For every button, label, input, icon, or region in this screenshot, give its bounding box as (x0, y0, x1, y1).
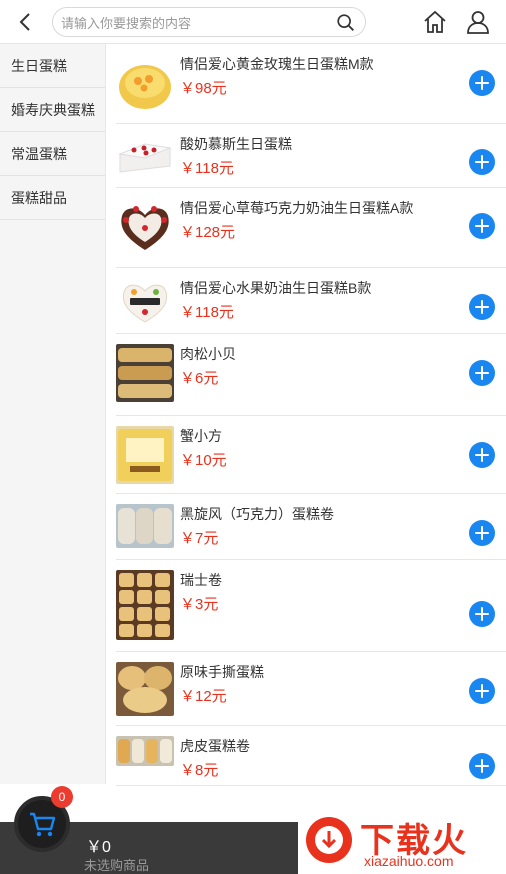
list-item[interactable]: 原味手撕蛋糕 ￥12元 (116, 652, 506, 726)
add-to-cart-button[interactable] (469, 678, 495, 704)
add-to-cart-button[interactable] (469, 520, 495, 546)
cake-image (116, 126, 174, 184)
list-item[interactable]: 情侣爱心黄金玫瑰生日蛋糕M款 ￥98元 (116, 44, 506, 124)
search-icon[interactable] (335, 12, 357, 34)
add-to-cart-button[interactable] (469, 294, 495, 320)
list-item[interactable]: 酸奶慕斯生日蛋糕 ￥118元 (116, 124, 506, 188)
pastry-image (116, 426, 174, 484)
add-to-cart-button[interactable] (469, 149, 495, 175)
pastry-image (116, 662, 174, 716)
product-price: ￥12元 (180, 688, 227, 705)
product-list[interactable]: 情侣爱心黄金玫瑰生日蛋糕M款 ￥98元 酸奶慕斯生日蛋糕 ￥118元 情侣爱心草… (106, 44, 506, 790)
cart-empty-hint: 未选购商品 (84, 858, 150, 873)
list-item[interactable]: 蟹小方 ￥10元 (116, 416, 506, 494)
download-icon (306, 817, 352, 863)
list-item[interactable]: 肉松小贝 ￥6元 (116, 334, 506, 416)
roll-cake-image (116, 504, 174, 548)
roll-cake-image (116, 736, 174, 766)
sidebar-item-celebration-cake[interactable]: 婚寿庆典蛋糕 (0, 88, 105, 132)
product-name: 瑞士卷 (180, 572, 222, 588)
add-to-cart-button[interactable] (469, 360, 495, 386)
add-to-cart-button[interactable] (469, 601, 495, 627)
product-price: ￥3元 (180, 596, 219, 613)
cart-total: ￥0 (86, 839, 111, 856)
product-name: 黑旋风（巧克力）蛋糕卷 (180, 506, 334, 522)
watermark-url: xiazaihuo.com (364, 853, 454, 869)
sidebar-item-room-temp-cake[interactable]: 常温蛋糕 (0, 132, 105, 176)
home-icon[interactable] (422, 9, 448, 35)
sidebar-item-birthday-cake[interactable]: 生日蛋糕 (0, 44, 105, 88)
product-name: 蟹小方 (180, 428, 222, 444)
product-name: 肉松小贝 (180, 346, 236, 362)
category-sidebar: 生日蛋糕 婚寿庆典蛋糕 常温蛋糕 蛋糕甜品 (0, 44, 106, 784)
search-box[interactable] (52, 7, 366, 37)
sidebar-item-desserts[interactable]: 蛋糕甜品 (0, 176, 105, 220)
cake-image (116, 272, 174, 330)
add-to-cart-button[interactable] (469, 70, 495, 96)
product-name: 原味手撕蛋糕 (180, 664, 264, 680)
list-item[interactable]: 情侣爱心水果奶油生日蛋糕B款 ￥118元 (116, 268, 506, 334)
watermark-logo: 下载火 xiazaihuo.com (298, 807, 506, 874)
list-item[interactable]: 情侣爱心草莓巧克力奶油生日蛋糕A款 ￥128元 (116, 188, 506, 268)
product-name: 酸奶慕斯生日蛋糕 (180, 136, 292, 152)
product-name: 情侣爱心水果奶油生日蛋糕B款 (180, 280, 372, 296)
product-price: ￥128元 (180, 224, 236, 241)
add-to-cart-button[interactable] (469, 213, 495, 239)
list-item[interactable]: 虎皮蛋糕卷 ￥8元 (116, 726, 506, 786)
product-name: 虎皮蛋糕卷 (180, 738, 250, 754)
product-name: 情侣爱心草莓巧克力奶油生日蛋糕A款 (180, 200, 414, 216)
product-price: ￥7元 (180, 530, 219, 547)
product-price: ￥118元 (180, 304, 234, 321)
search-input[interactable] (61, 13, 331, 33)
pastry-image (116, 344, 174, 402)
list-item[interactable]: 瑞士卷 ￥3元 (116, 560, 506, 652)
add-to-cart-button[interactable] (469, 753, 495, 779)
product-name: 情侣爱心黄金玫瑰生日蛋糕M款 (180, 56, 374, 72)
list-item[interactable]: 黑旋风（巧克力）蛋糕卷 ￥7元 (116, 494, 506, 560)
cake-image (116, 198, 174, 256)
product-price: ￥8元 (180, 762, 219, 779)
pastry-image (116, 570, 174, 640)
cake-image (116, 55, 174, 113)
product-price: ￥118元 (180, 160, 234, 177)
product-price: ￥6元 (180, 370, 219, 387)
top-bar (0, 0, 506, 44)
product-price: ￥10元 (180, 452, 227, 469)
user-icon[interactable] (465, 9, 491, 35)
back-arrow-icon[interactable] (14, 10, 38, 34)
add-to-cart-button[interactable] (469, 442, 495, 468)
product-price: ￥98元 (180, 80, 227, 97)
cart-count-badge: 0 (51, 786, 73, 808)
